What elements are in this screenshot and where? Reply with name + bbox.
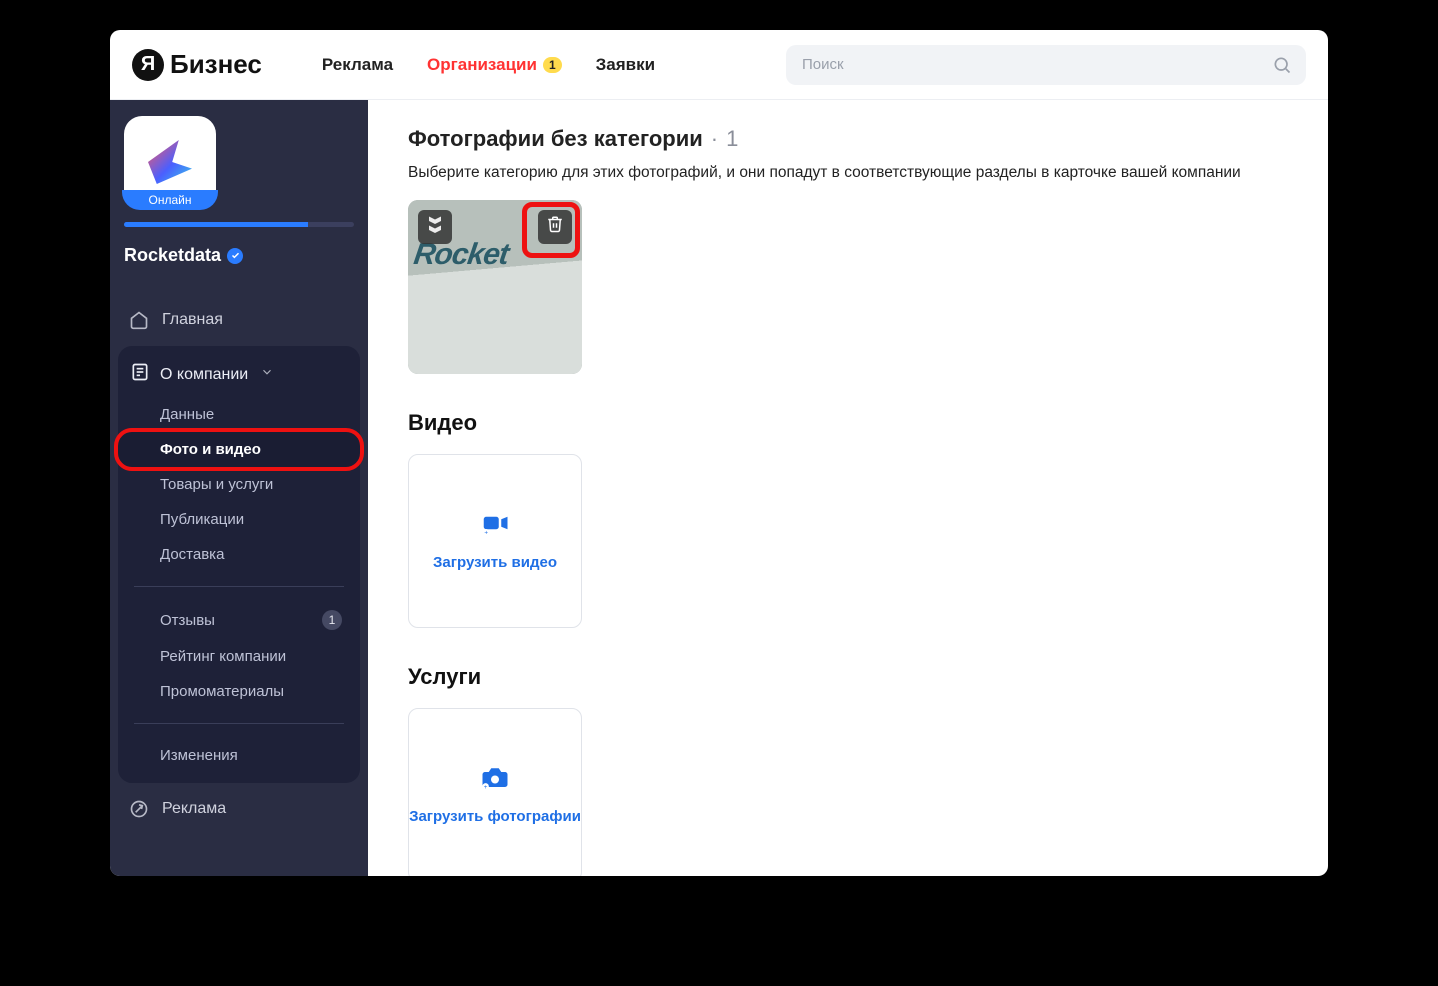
sidebar-item-data[interactable]: Данные (118, 397, 360, 432)
upload-photos-label: Загрузить фотографии (409, 807, 581, 827)
tag-photo-button[interactable] (418, 210, 452, 244)
delete-photo-button[interactable] (538, 210, 572, 244)
sidebar: Онлайн Rocketdata Главная (110, 100, 368, 876)
camera-icon: + (480, 762, 510, 797)
org-logo[interactable]: Онлайн (124, 116, 216, 208)
divider (134, 586, 344, 587)
video-section-heading: Видео (408, 410, 1288, 436)
sidebar-item-label: Отзывы (160, 612, 215, 629)
sidebar-item-home[interactable]: Главная (110, 300, 368, 340)
main-content: Фотографии без категории · 1 Выберите ка… (368, 100, 1328, 876)
uncategorized-description: Выберите категорию для этих фотографий, … (408, 162, 1288, 184)
reviews-count-badge: 1 (322, 610, 342, 630)
upload-video-card[interactable]: + Загрузить видео (408, 454, 582, 628)
org-name-text: Rocketdata (124, 245, 221, 266)
svg-text:+: + (484, 784, 488, 791)
document-icon (130, 362, 150, 387)
sidebar-item-promo[interactable]: Промоматериалы (118, 674, 360, 709)
org-name[interactable]: Rocketdata (124, 245, 354, 266)
trash-icon (546, 215, 564, 238)
services-section-heading: Услуги (408, 664, 1288, 690)
divider (134, 723, 344, 724)
chevron-down-icon (260, 365, 274, 384)
megaphone-icon (128, 799, 150, 819)
logo-badge: Я (132, 49, 164, 81)
search-icon[interactable] (1272, 55, 1292, 80)
svg-text:+: + (484, 530, 488, 537)
sidebar-item-advertising[interactable]: Реклама (110, 789, 368, 829)
sidebar-item-company-rating[interactable]: Рейтинг компании (118, 639, 360, 674)
upload-video-label: Загрузить видео (433, 553, 557, 573)
logo-text: Бизнес (170, 49, 262, 80)
verified-icon (227, 248, 243, 264)
sidebar-item-about-company[interactable]: О компании (118, 352, 360, 397)
org-progress-bar (124, 222, 354, 227)
sidebar-item-changes[interactable]: Изменения (118, 738, 360, 773)
uncategorized-photos-title: Фотографии без категории · 1 (408, 126, 1288, 152)
nav-organizations-badge: 1 (543, 57, 562, 73)
nav-organizations[interactable]: Организации 1 (427, 55, 562, 75)
uncategorized-count: 1 (726, 126, 738, 152)
video-camera-icon: + (480, 508, 510, 543)
nav-requests[interactable]: Заявки (596, 55, 655, 75)
photo-thumbnail[interactable]: Rocket (408, 200, 582, 374)
arrow-icon (148, 140, 192, 184)
section-title-text: Фотографии без категории (408, 126, 703, 152)
sidebar-item-goods-services[interactable]: Товары и услуги (118, 467, 360, 502)
tag-icon (426, 215, 444, 238)
sidebar-item-label: Главная (162, 311, 223, 329)
sidebar-item-delivery[interactable]: Доставка (118, 537, 360, 572)
sidebar-item-label: О компании (160, 366, 248, 384)
sidebar-group-about: О компании Данные Фото и видео Товары и … (118, 346, 360, 783)
sidebar-item-reviews[interactable]: Отзывы 1 (118, 601, 360, 639)
sidebar-item-label: Реклама (162, 800, 226, 818)
top-nav: Реклама Организации 1 Заявки (322, 55, 655, 75)
upload-photos-card[interactable]: + Загрузить фотографии (408, 708, 582, 876)
top-bar: Я Бизнес Реклама Организации 1 Заявки (110, 30, 1328, 100)
org-status-badge: Онлайн (122, 190, 218, 210)
nav-ads[interactable]: Реклама (322, 55, 393, 75)
home-icon (128, 310, 150, 330)
nav-organizations-label: Организации (427, 55, 537, 75)
sidebar-item-publications[interactable]: Публикации (118, 502, 360, 537)
sidebar-item-photo-video[interactable]: Фото и видео (118, 432, 360, 467)
search-input[interactable] (786, 45, 1306, 85)
logo[interactable]: Я Бизнес (132, 49, 262, 81)
